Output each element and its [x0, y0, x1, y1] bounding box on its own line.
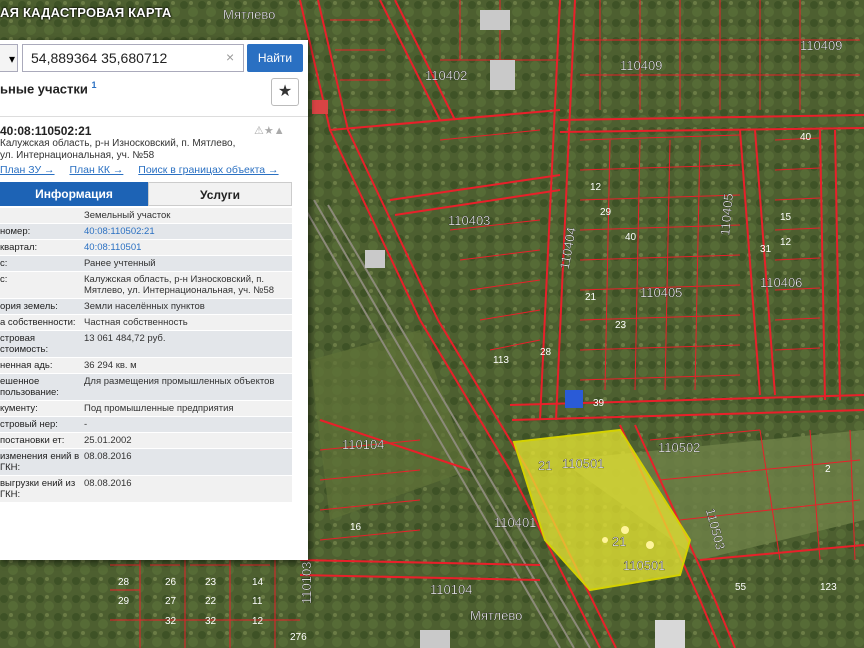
clear-icon[interactable]: × — [226, 49, 234, 65]
quarter-110103: 110103 — [299, 562, 314, 604]
parcel-number[interactable]: 40:08:110502:21 — [0, 124, 91, 138]
quarter-110501-a: 110501 — [562, 456, 604, 471]
section-title: ьные участки 1 — [0, 80, 97, 97]
svg-text:32: 32 — [165, 616, 177, 627]
svg-text:39: 39 — [593, 398, 605, 409]
svg-text:28: 28 — [118, 577, 130, 588]
parcel-21-a: 21 — [538, 458, 552, 473]
quarter-110401: 110401 — [494, 515, 536, 530]
table-row: стровый нер: - — [0, 417, 292, 433]
svg-text:15: 15 — [780, 212, 792, 223]
properties-table: Земельный участок номер: 40:08:110502:21 … — [0, 208, 292, 503]
svg-text:29: 29 — [600, 207, 612, 218]
svg-text:2: 2 — [825, 464, 831, 475]
table-row: стровая стоимость: 13 061 484,72 руб. — [0, 331, 292, 358]
find-button[interactable]: Найти — [247, 44, 303, 72]
info-tabs: Информация Услуги — [0, 182, 292, 206]
table-row: изменения ений в ГКН: 08.08.2016 — [0, 449, 292, 476]
svg-text:12: 12 — [780, 237, 792, 248]
svg-text:40: 40 — [800, 132, 812, 143]
table-row: ненная адь: 36 294 кв. м — [0, 358, 292, 374]
svg-text:276: 276 — [290, 632, 307, 643]
app-title: АЯ КАДАСТРОВАЯ КАРТА — [0, 5, 172, 20]
table-row: а собственности: Частная собственность — [0, 315, 292, 331]
svg-text:29: 29 — [118, 596, 130, 607]
svg-text:22: 22 — [205, 596, 217, 607]
quarter-110502: 110502 — [658, 440, 700, 455]
info-panel: ▾ × Найти ьные участки 1 ★ 40:08:110502:… — [0, 40, 308, 560]
blue-roof-building — [565, 390, 583, 408]
svg-text:32: 32 — [205, 616, 217, 627]
quarter-110501-b: 110501 — [623, 558, 665, 573]
quarter-110406: 110406 — [760, 275, 802, 290]
quarter-110405: 110405 — [640, 285, 682, 300]
search-in-bounds-link[interactable]: Поиск в границах объекта → — [138, 164, 278, 176]
plan-zu-link[interactable]: План ЗУ → — [0, 164, 55, 176]
layer-select[interactable]: ▾ — [0, 44, 18, 72]
quarter-110409-b: 110409 — [800, 38, 842, 53]
svg-text:28: 28 — [540, 347, 552, 358]
parcel-address: Калужская область, р-н Износковский, п. … — [0, 138, 236, 161]
svg-text:12: 12 — [252, 616, 264, 627]
table-row: с: Ранее учтенный — [0, 256, 292, 272]
svg-text:27: 27 — [165, 596, 177, 607]
result-count[interactable]: 1 — [92, 80, 97, 90]
svg-text:16: 16 — [350, 522, 362, 533]
quarter-110403: 110403 — [448, 213, 490, 228]
table-row: постановки ет: 25.01.2002 — [0, 433, 292, 449]
table-row: квартал: 40:08:110501 — [0, 240, 292, 256]
quarter-110402: 110402 — [425, 68, 467, 83]
svg-text:23: 23 — [615, 320, 627, 331]
quarter-110104-a: 110104 — [342, 437, 384, 452]
search-bar: ▾ × Найти — [0, 44, 308, 74]
svg-text:14: 14 — [252, 577, 264, 588]
table-row: Земельный участок — [0, 208, 292, 224]
table-row: выгрузки ений из ГКН: 08.08.2016 — [0, 476, 292, 503]
svg-text:11: 11 — [252, 596, 263, 607]
plan-kk-link[interactable]: План КК → — [69, 164, 123, 176]
svg-text:113: 113 — [493, 355, 509, 366]
table-row: кументу: Под промышленные предприятия — [0, 401, 292, 417]
quarter-110409-a: 110409 — [620, 58, 662, 73]
favorite-star-button[interactable]: ★ — [271, 78, 299, 106]
svg-text:23: 23 — [205, 577, 217, 588]
card-action-icons[interactable]: ⚠★▲ — [254, 124, 285, 137]
svg-text:12: 12 — [590, 182, 602, 193]
parcel-21-b: 21 — [612, 534, 626, 549]
svg-text:123: 123 — [820, 582, 837, 593]
svg-text:55: 55 — [735, 582, 747, 593]
svg-text:21: 21 — [585, 292, 597, 303]
table-row: ория земель: Земли населённых пунктов — [0, 299, 292, 315]
table-row: с: Калужская область, р-н Износковский, п… — [0, 272, 292, 299]
red-roof-building — [312, 100, 328, 114]
table-row: номер: 40:08:110502:21 — [0, 224, 292, 240]
tab-services[interactable]: Услуги — [148, 182, 292, 206]
search-input[interactable] — [22, 44, 244, 72]
divider — [0, 116, 308, 117]
svg-text:31: 31 — [760, 244, 772, 255]
quarter-110104-b: 110104 — [430, 582, 472, 597]
tab-information[interactable]: Информация — [0, 182, 148, 206]
settlement-label-bottom: Мятлево — [470, 608, 522, 623]
settlement-label-top: Мятлево — [223, 7, 275, 22]
parcel-links: План ЗУ → План КК → Поиск в границах объ… — [0, 164, 291, 176]
svg-text:40: 40 — [625, 232, 637, 243]
table-row: ешенное пользование: Для размещения промы… — [0, 374, 292, 401]
svg-text:26: 26 — [165, 577, 177, 588]
